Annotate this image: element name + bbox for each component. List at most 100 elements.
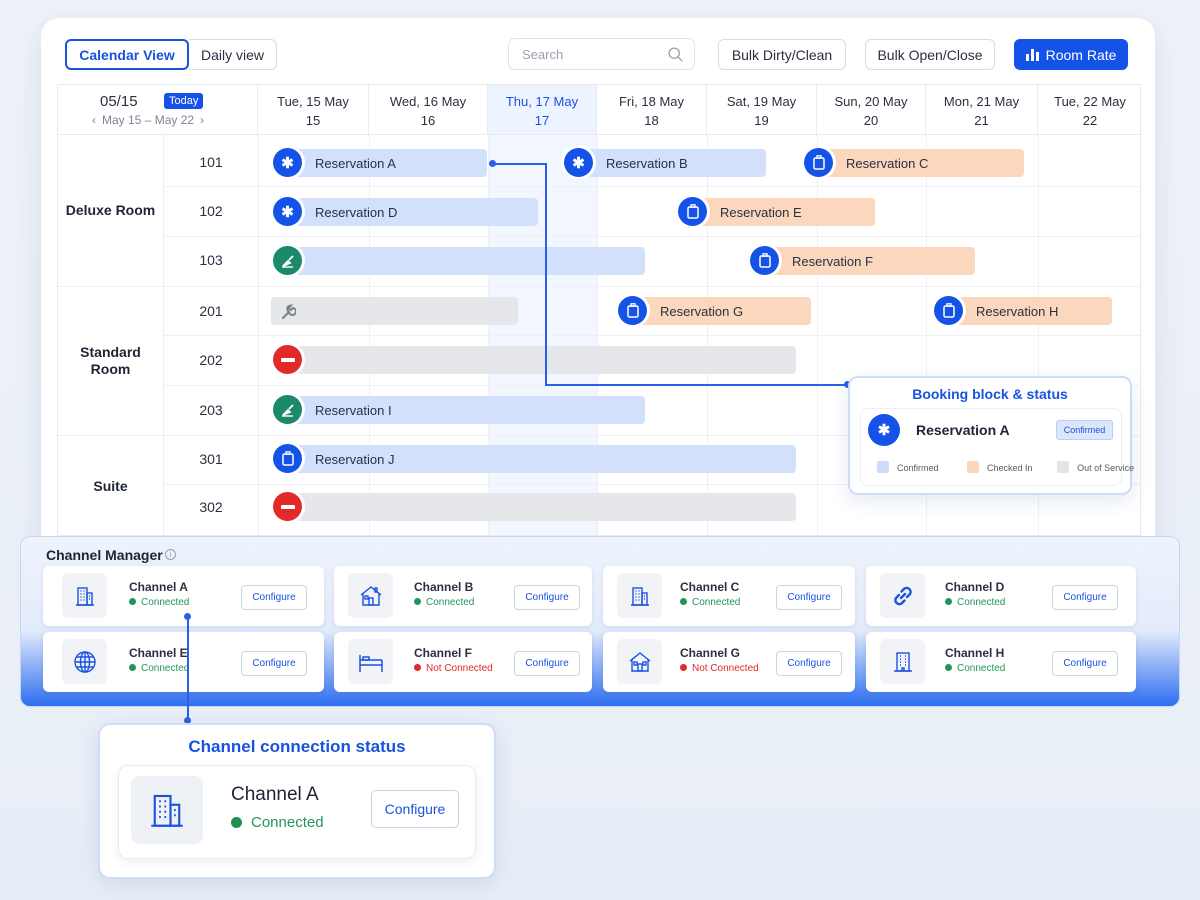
reservation-block[interactable]: Reservation E xyxy=(680,198,875,226)
channel-name: Channel A xyxy=(129,580,188,594)
configure-button[interactable]: Configure xyxy=(776,585,842,610)
configure-button[interactable]: Configure xyxy=(514,585,580,610)
luggage-icon xyxy=(934,296,963,325)
channel-name: Channel D xyxy=(945,580,1005,594)
day-header: Fri, 18 May 18 xyxy=(597,85,707,135)
search-icon xyxy=(668,47,683,62)
day-label: Sat, 19 May xyxy=(726,94,797,109)
booking-status-popover: Booking block & status ✱ Reservation A C… xyxy=(848,376,1134,495)
room-type-standard: Standard Room xyxy=(58,286,164,435)
legend-swatch-checked-in xyxy=(967,461,980,473)
day-label: Wed, 16 May xyxy=(389,94,467,109)
channel-card: Channel F Not Connected Configure xyxy=(334,632,592,692)
booking-detail-card: ✱ Reservation A Confirmed Confirmed Chec… xyxy=(860,408,1134,486)
room-type-suite: Suite xyxy=(58,435,164,535)
reservation-block[interactable]: Reservation A xyxy=(275,149,487,177)
prev-range-icon[interactable]: ‹ xyxy=(92,113,96,127)
reservation-block[interactable]: Reservation C xyxy=(806,149,1024,177)
status-dot xyxy=(680,598,687,605)
bulk-dirty-clean-button[interactable]: Bulk Dirty/Clean xyxy=(718,39,846,70)
toolbar: Calendar View Daily view Search Bulk Dir… xyxy=(41,18,1155,88)
reservation-label: Reservation E xyxy=(720,204,802,220)
legend-label: Checked In xyxy=(987,463,1033,473)
channel-manager-panel: Channel Manager i Channel A Connected Co… xyxy=(20,536,1180,707)
channel-name: Channel C xyxy=(680,580,740,594)
date-range: ‹ May 15 – May 22 › xyxy=(92,113,204,127)
date-navigator: 05/15 Today ‹ May 15 – May 22 › xyxy=(58,85,258,135)
building-icon xyxy=(880,639,925,684)
channel-status: Not Connected xyxy=(680,663,759,674)
configure-button[interactable]: Configure xyxy=(241,651,307,676)
status-card-channel-name: Channel A xyxy=(231,784,319,805)
day-number: 22 xyxy=(1082,113,1098,128)
room-type-deluxe: Deluxe Room xyxy=(58,135,164,286)
status-card-status-label: Connected xyxy=(251,814,324,831)
reservation-label: Reservation G xyxy=(660,303,744,319)
channel-status-label: Not Connected xyxy=(426,663,493,674)
out-of-service-block[interactable] xyxy=(271,297,518,325)
day-label: Tue, 22 May xyxy=(1054,94,1126,109)
reservation-block[interactable]: Reservation I xyxy=(275,396,645,424)
blocked-room-block[interactable] xyxy=(275,493,796,521)
luggage-icon xyxy=(273,444,302,473)
channel-card: Channel B Connected Configure xyxy=(334,566,592,626)
room-rate-button[interactable]: Room Rate xyxy=(1014,39,1128,70)
channel-name: Channel G xyxy=(680,646,741,660)
channel-status-label: Connected xyxy=(957,663,1006,674)
bed-icon xyxy=(348,639,393,684)
reservation-label: Reservation J xyxy=(315,451,395,467)
reservation-block[interactable]: Reservation B xyxy=(566,149,766,177)
reservation-block[interactable] xyxy=(275,247,645,275)
status-dot xyxy=(129,664,136,671)
snowflake-icon: ✱ xyxy=(868,414,900,446)
no-entry-icon xyxy=(273,492,302,521)
bar-chart-icon xyxy=(1025,48,1039,61)
day-number: 18 xyxy=(644,113,659,128)
status-dot xyxy=(231,817,242,828)
info-icon[interactable]: i xyxy=(165,549,176,560)
reservation-block[interactable]: Reservation D xyxy=(275,198,538,226)
configure-button[interactable]: Configure xyxy=(1052,651,1118,676)
next-range-icon[interactable]: › xyxy=(200,113,204,127)
configure-button[interactable]: Configure xyxy=(1052,585,1118,610)
day-number: 17 xyxy=(534,113,550,128)
channel-status: Connected xyxy=(129,663,189,674)
status-badge: Confirmed xyxy=(1056,420,1113,440)
room-number: 202 xyxy=(199,352,223,368)
grid-line xyxy=(164,236,1140,237)
day-header: Tue, 22 May 22 xyxy=(1038,85,1140,135)
connector-line xyxy=(545,163,547,385)
channel-manager-title: Channel Manager xyxy=(46,547,163,563)
house-icon xyxy=(617,639,662,684)
reservation-block[interactable]: Reservation G xyxy=(620,297,811,325)
bulk-open-close-button[interactable]: Bulk Open/Close xyxy=(865,39,995,70)
channel-status: Connected xyxy=(945,597,1005,608)
channel-status-label: Connected xyxy=(141,597,190,608)
room-number: 203 xyxy=(199,402,223,418)
channel-status-label: Connected xyxy=(141,663,190,674)
blocked-room-block[interactable] xyxy=(275,346,796,374)
configure-button[interactable]: Configure xyxy=(371,790,459,828)
reservation-block[interactable]: Reservation F xyxy=(752,247,975,275)
calendar-view-tab[interactable]: Calendar View xyxy=(65,39,189,70)
luggage-icon xyxy=(618,296,647,325)
room-number: 102 xyxy=(199,203,223,219)
channel-status: Connected xyxy=(945,663,1005,674)
channel-name: Channel E xyxy=(129,646,188,660)
channel-card: Channel G Not Connected Configure xyxy=(603,632,855,692)
configure-button[interactable]: Configure xyxy=(776,651,842,676)
today-badge[interactable]: Today xyxy=(164,93,204,109)
reservation-label: Reservation C xyxy=(846,155,929,171)
status-dot xyxy=(414,598,421,605)
configure-button[interactable]: Configure xyxy=(514,651,580,676)
reservation-label: Reservation B xyxy=(606,155,688,171)
configure-button[interactable]: Configure xyxy=(241,585,307,610)
daily-view-tab[interactable]: Daily view xyxy=(189,39,277,70)
reservation-block[interactable]: Reservation J xyxy=(275,445,796,473)
day-number: 16 xyxy=(420,113,436,128)
grid-line xyxy=(164,186,1140,187)
status-dot xyxy=(414,664,421,671)
wrench-icon xyxy=(273,297,302,326)
day-number: 20 xyxy=(863,113,879,128)
search-input[interactable]: Search xyxy=(508,38,695,70)
